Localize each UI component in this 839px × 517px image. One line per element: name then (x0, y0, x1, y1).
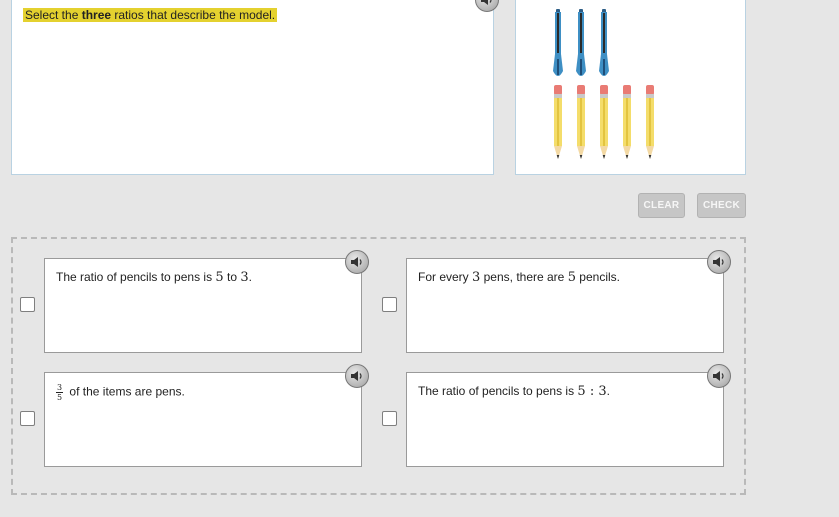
check-button[interactable]: CHECK (697, 193, 746, 218)
choice-3-checkbox[interactable] (20, 411, 35, 426)
pencil (600, 85, 608, 159)
speaker-icon (351, 257, 362, 267)
choice-3-text: 35 of the items are pens. (56, 383, 185, 402)
pens-and-pencils-model (553, 9, 654, 159)
prompt-text: Select the three ratios that describe th… (23, 8, 278, 22)
choice-2-text: For every 3 pens, there are 5 pencils. (418, 270, 620, 285)
pen (576, 9, 586, 76)
pen (553, 9, 563, 76)
pen (599, 9, 609, 76)
prompt-text-bold: three (81, 8, 112, 22)
choice-1-checkbox[interactable] (20, 297, 35, 312)
clear-button[interactable]: CLEAR (638, 193, 685, 218)
choice-1-audio-button[interactable] (345, 250, 369, 274)
choice-3-audio-button[interactable] (345, 364, 369, 388)
pencil (577, 85, 585, 159)
speaker-icon (351, 371, 362, 381)
fraction: 35 (56, 383, 64, 402)
choice-2-card[interactable]: For every 3 pens, there are 5 pencils. (406, 250, 731, 353)
prompt-text-post: ratios that describe the model. (111, 8, 276, 22)
prompt-text-pre: Select the (25, 8, 82, 22)
pencil (623, 85, 631, 159)
pencil (554, 85, 562, 159)
choice-2-audio-button[interactable] (707, 250, 731, 274)
choice-4-audio-button[interactable] (707, 364, 731, 388)
choice-1-card[interactable]: The ratio of pencils to pens is 5 to 3. (44, 250, 369, 353)
choice-4-checkbox[interactable] (382, 411, 397, 426)
choice-4-card[interactable]: The ratio of pencils to pens is 5 : 3. (406, 364, 731, 467)
model-image-panel (515, 0, 746, 175)
choice-2-checkbox[interactable] (382, 297, 397, 312)
prompt-panel: Select the three ratios that describe th… (11, 0, 494, 175)
speaker-icon (713, 371, 724, 381)
speaker-icon (481, 0, 492, 5)
choice-3-card[interactable]: 35 of the items are pens. (44, 364, 369, 467)
pencil (646, 85, 654, 159)
speaker-icon (713, 257, 724, 267)
choice-1-text: The ratio of pencils to pens is 5 to 3. (56, 270, 253, 285)
choice-4-text: The ratio of pencils to pens is 5 : 3. (418, 384, 610, 399)
